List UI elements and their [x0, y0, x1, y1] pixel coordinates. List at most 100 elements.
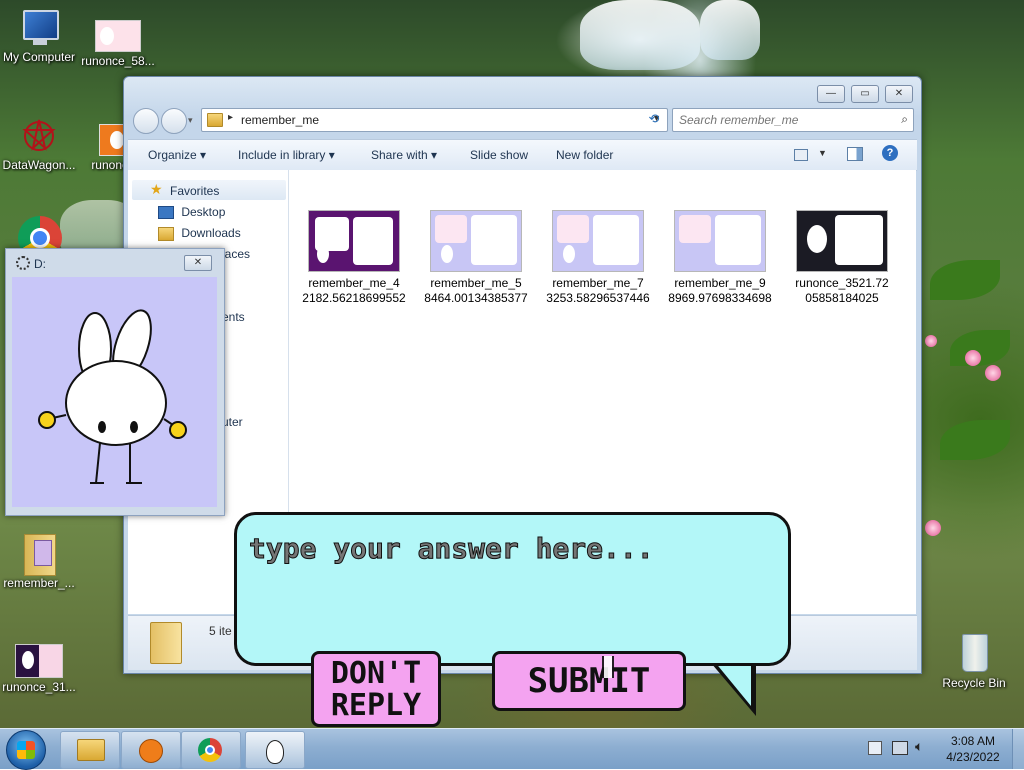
breadcrumb-current[interactable]: remember_me [241, 113, 319, 127]
change-view-icon[interactable] [794, 149, 808, 161]
nav-desktop[interactable]: Desktop [158, 205, 226, 220]
start-button[interactable] [6, 730, 46, 770]
file-item[interactable]: runonce_3521.72 05858184025 [782, 210, 902, 306]
datawagon-icon[interactable]: DataWagon... [1, 116, 77, 172]
include-in-library-menu[interactable]: Include in library ▾ [238, 148, 335, 162]
spinner-icon [16, 256, 30, 270]
close-button[interactable]: ✕ [885, 85, 913, 103]
my-computer-label: My Computer [2, 50, 76, 64]
bunny-window-close-button[interactable]: ✕ [184, 255, 212, 271]
refresh-button[interactable]: ⟲ [643, 108, 665, 130]
chrome-icon [198, 738, 222, 762]
taskbar-explorer-button[interactable] [60, 731, 120, 769]
command-bar: Organize ▾ Include in library ▾ Share wi… [128, 139, 917, 171]
taskbar-chrome-button[interactable] [181, 731, 241, 769]
search-icon[interactable]: ⌕ [901, 112, 908, 127]
details-folder-icon [150, 622, 182, 664]
action-center-icon[interactable] [868, 741, 882, 755]
recycle-bin-label: Recycle Bin [942, 676, 1006, 690]
mouse-cursor-icon [602, 656, 614, 678]
runonce-58-label: runonce_58... [81, 54, 155, 68]
file-thumbnail [430, 210, 522, 272]
taskbar-bunny-button[interactable] [245, 731, 305, 769]
share-label: Share with [371, 148, 428, 162]
submit-button[interactable]: SUBMIT [492, 651, 686, 711]
include-label: Include in library [238, 148, 326, 162]
bunny-character [38, 309, 187, 484]
answer-input[interactable] [247, 527, 776, 569]
answer-bubble [234, 512, 791, 666]
desktop-icon [158, 206, 174, 220]
preview-pane-icon[interactable] [847, 147, 863, 161]
taskbar-media-player-button[interactable] [121, 731, 181, 769]
bunny-icon [266, 740, 284, 764]
network-icon[interactable] [892, 741, 908, 755]
recent-pages-dropdown[interactable]: ▾ [188, 115, 193, 126]
file-thumbnail [552, 210, 644, 272]
bunny-window: D: ✕ [5, 248, 225, 516]
file-item[interactable]: remember_me_7 3253.58296537446 [538, 210, 658, 306]
dont-reply-label-line1: DON'T [330, 656, 422, 691]
file-name-line1: runonce_3521.72 [795, 276, 889, 290]
help-icon[interactable]: ? [882, 145, 898, 161]
dont-reply-button[interactable]: DON'T REPLY [311, 651, 441, 727]
explorer-icon [77, 739, 105, 761]
file-item[interactable]: remember_me_4 2182.56218699552 [294, 210, 414, 306]
folder-icon [207, 113, 223, 127]
file-thumbnail [308, 210, 400, 272]
back-button[interactable] [133, 108, 159, 134]
file-name-line2: 8464.00134385377 [424, 291, 528, 305]
nav-downloads[interactable]: Downloads [158, 226, 241, 241]
runonce-58-icon[interactable]: runonce_58... [80, 20, 156, 68]
organize-label: Organize [148, 148, 197, 162]
runonce-31-label: runonce_31... [2, 680, 76, 694]
forward-button[interactable] [161, 108, 187, 134]
slide-show-button[interactable]: Slide show [470, 148, 528, 162]
file-name-line2: 8969.97698334698 [668, 291, 772, 305]
file-item[interactable]: remember_me_5 8464.00134385377 [416, 210, 536, 306]
organize-menu[interactable]: Organize ▾ [148, 148, 206, 162]
file-name-line2: 3253.58296537446 [546, 291, 650, 305]
downloads-icon [158, 226, 174, 241]
file-name-line1: remember_me_4 [308, 276, 400, 290]
downloads-label: Downloads [181, 226, 241, 240]
nav-favorites[interactable]: ★ Favorites [132, 180, 286, 200]
desktop-label: Desktop [181, 205, 226, 219]
clock[interactable]: 3:08 AM 4/23/2022 [940, 733, 1006, 765]
submit-label: SUBMIT [527, 661, 651, 701]
file-thumbnail [674, 210, 766, 272]
nav-documents-partial[interactable]: ents [222, 310, 245, 324]
runonce-31-icon[interactable]: runonce_31... [1, 644, 77, 694]
view-dropdown-icon[interactable]: ▼ [818, 148, 827, 158]
favorites-label: Favorites [170, 184, 220, 198]
item-count: 5 ite [209, 624, 232, 638]
minimize-button[interactable]: — [817, 85, 845, 103]
file-name-line1: remember_me_5 [430, 276, 522, 290]
taskbar: 🔈︎ 3:08 AM 4/23/2022 [0, 728, 1024, 770]
dont-reply-label-line2: REPLY [330, 688, 422, 723]
nav-computer-partial[interactable]: uter [222, 415, 243, 429]
recycle-bin-icon[interactable]: Recycle Bin [936, 630, 1012, 690]
search-input[interactable] [677, 111, 886, 129]
bunny-window-title: D: [34, 257, 46, 271]
datawagon-label: DataWagon... [2, 158, 76, 172]
file-name-line2: 05858184025 [805, 291, 879, 305]
clock-date: 4/23/2022 [946, 750, 1000, 764]
show-desktop-button[interactable] [1012, 729, 1024, 769]
breadcrumb-separator-icon: ▸ [228, 112, 234, 123]
search-box[interactable]: ⌕ [672, 108, 914, 132]
my-computer-icon[interactable]: My Computer [1, 8, 77, 64]
windows-logo-icon [17, 741, 35, 759]
new-folder-button[interactable]: New folder [556, 148, 613, 162]
volume-icon[interactable]: 🔈︎ [915, 738, 923, 755]
nav-recent-places-partial[interactable]: laces [222, 247, 250, 261]
file-item[interactable]: remember_me_9 8969.97698334698 [660, 210, 780, 306]
file-name-line2: 2182.56218699552 [302, 291, 406, 305]
share-with-menu[interactable]: Share with ▾ [371, 148, 437, 162]
file-name-line1: remember_me_7 [552, 276, 644, 290]
address-bar[interactable]: ▸ remember_me ▼ [201, 108, 668, 132]
media-player-icon [139, 739, 163, 763]
maximize-button[interactable]: ▭ [851, 85, 879, 103]
remember-folder-icon[interactable]: remember_... [1, 528, 77, 590]
file-thumbnail [796, 210, 888, 272]
